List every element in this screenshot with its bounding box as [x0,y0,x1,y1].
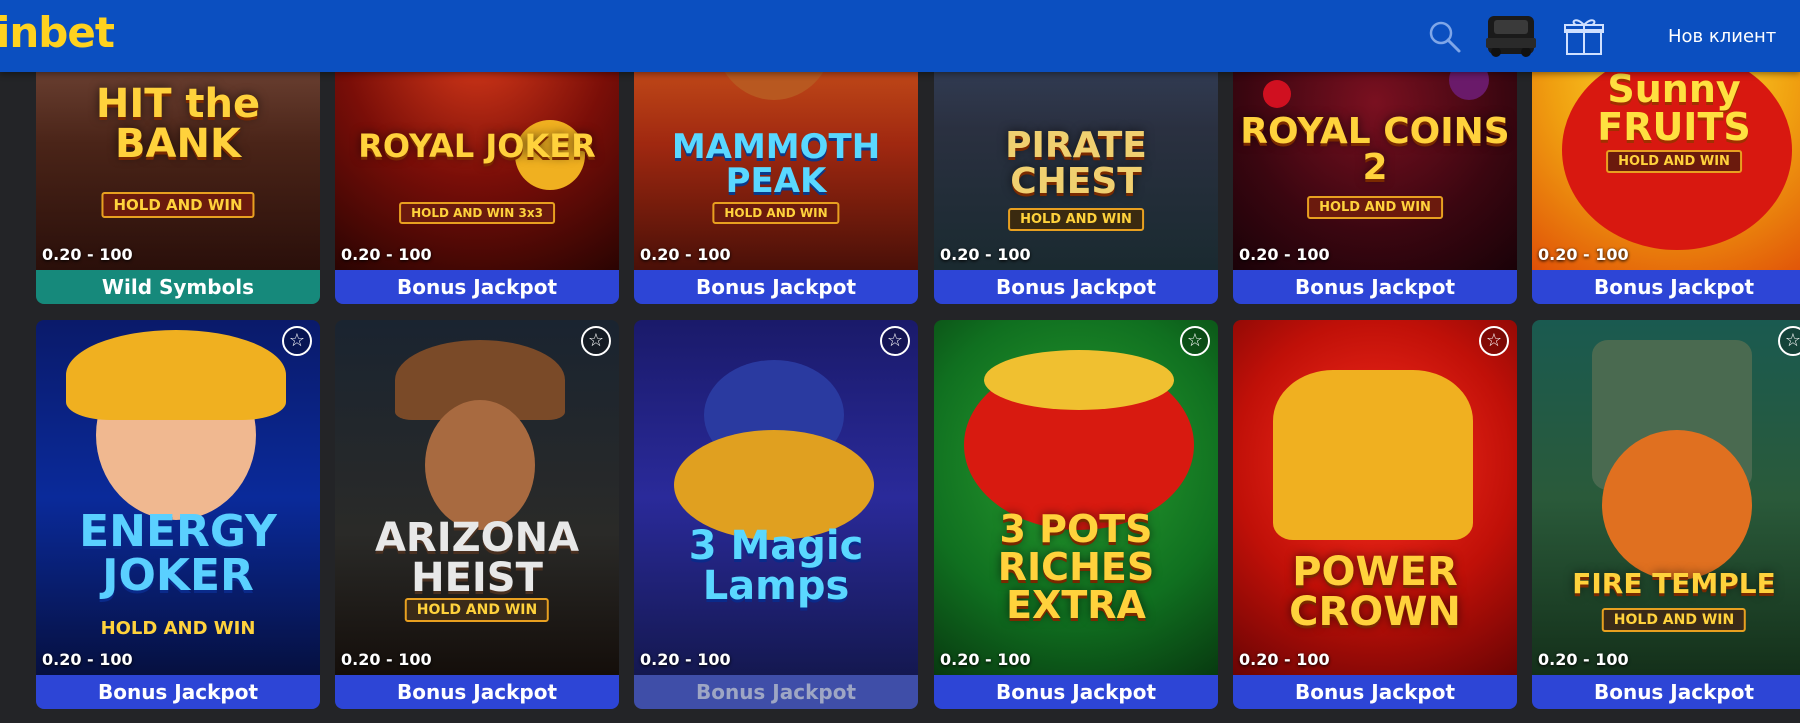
bet-range: 0.20 - 100 [640,245,731,264]
favorite-star-icon[interactable]: ☆ [581,326,611,356]
bet-range: 0.20 - 100 [341,245,432,264]
games-grid: HIT the BANK HOLD AND WIN 0.20 - 100 Wil… [0,0,1800,723]
new-client-link[interactable]: Нов клиент [1668,26,1776,47]
game-art-title: 3 Magic Lamps [688,523,864,609]
bet-range: 0.20 - 100 [42,650,133,669]
game-thumbnail[interactable]: ENERGY JOKER HOLD AND WIN [36,320,320,675]
game-art-tag: HOLD AND WIN [404,598,550,622]
feature-label: Bonus Jackpot [934,270,1218,304]
favorite-star-icon[interactable]: ☆ [282,326,312,356]
game-thumbnail[interactable]: ARIZONA HEIST HOLD AND WIN [335,320,619,675]
feature-label: Bonus Jackpot [934,675,1218,709]
game-card-arizona-heist[interactable]: ARIZONA HEIST HOLD AND WIN ☆ 0.20 - 100 … [335,320,619,709]
bet-range: 0.20 - 100 [940,245,1031,264]
bet-range: 0.20 - 100 [940,650,1031,669]
feature-label: Bonus Jackpot [36,675,320,709]
search-icon[interactable] [1428,20,1462,54]
game-art-tag: HOLD AND WIN [1606,150,1742,173]
bet-range: 0.20 - 100 [1538,650,1629,669]
site-logo[interactable]: inbet [0,8,115,57]
game-card-fire-temple[interactable]: FIRE TEMPLE HOLD AND WIN ☆ 0.20 - 100 Bo… [1532,320,1800,709]
feature-label: Bonus Jackpot [335,675,619,709]
favorite-star-icon[interactable]: ☆ [1778,326,1800,356]
feature-label: Bonus Jackpot [1532,270,1800,304]
game-art-title: ROYAL COINS 2 [1240,111,1510,188]
top-header: inbet Нов клиент [0,0,1800,72]
game-thumbnail[interactable]: FIRE TEMPLE HOLD AND WIN [1532,320,1800,675]
game-card-3-magic-lamps[interactable]: 3 Magic Lamps ☆ 0.20 - 100 Bonus Jackpot [634,320,918,709]
feature-label: Bonus Jackpot [634,675,918,709]
game-art-title: ROYAL JOKER [358,127,596,165]
game-art-title: 3 POTS RICHES EXTRA [997,507,1155,627]
favorite-star-icon[interactable]: ☆ [880,326,910,356]
favorite-star-icon[interactable]: ☆ [1479,326,1509,356]
game-art-tag: HOLD AND WIN [1307,196,1443,219]
game-art-title: POWER CROWN [1289,549,1461,635]
game-art-title: ENERGY JOKER [79,506,277,601]
game-art-tag: HOLD AND WIN [1601,608,1747,632]
game-art-title: ARIZONA HEIST [374,515,580,601]
game-art-title: PIRATE CHEST [1005,125,1147,202]
feature-label: Bonus Jackpot [634,270,918,304]
game-art-title: MAMMOTH PEAK [671,127,881,201]
feature-label: Bonus Jackpot [1532,675,1800,709]
bet-range: 0.20 - 100 [1239,650,1330,669]
game-art-title: Sunny FRUITS [1597,67,1751,149]
favorite-star-icon[interactable]: ☆ [1180,326,1210,356]
game-art-tag: HOLD AND WIN 3x3 [399,202,555,224]
bet-range: 0.20 - 100 [1538,245,1629,264]
game-art-tag: HOLD AND WIN [101,192,255,218]
game-card-power-crown[interactable]: POWER CROWN ☆ 0.20 - 100 Bonus Jackpot [1233,320,1517,709]
feature-label: Wild Symbols [36,270,320,304]
game-card-3-pots-riches-extra[interactable]: 3 POTS RICHES EXTRA ☆ 0.20 - 100 Bonus J… [934,320,1218,709]
bet-range: 0.20 - 100 [640,650,731,669]
game-thumbnail[interactable]: POWER CROWN [1233,320,1517,675]
gift-icon[interactable] [1562,14,1606,58]
bet-range: 0.20 - 100 [341,650,432,669]
feature-label: Bonus Jackpot [1233,675,1517,709]
game-art-tag: HOLD AND WIN [100,618,256,639]
game-thumbnail[interactable]: 3 Magic Lamps [634,320,918,675]
game-card-energy-joker[interactable]: ENERGY JOKER HOLD AND WIN ☆ 0.20 - 100 B… [36,320,320,709]
game-art-title: HIT the BANK [95,81,261,167]
game-thumbnail[interactable]: 3 POTS RICHES EXTRA [934,320,1218,675]
feature-label: Bonus Jackpot [1233,270,1517,304]
bet-range: 0.20 - 100 [1239,245,1330,264]
feature-label: Bonus Jackpot [335,270,619,304]
game-art-tag: HOLD AND WIN [1008,208,1144,231]
car-icon[interactable] [1484,12,1538,60]
bet-range: 0.20 - 100 [42,245,133,264]
game-art-tag: HOLD AND WIN [712,202,840,224]
game-art-title: FIRE TEMPLE [1572,567,1776,600]
